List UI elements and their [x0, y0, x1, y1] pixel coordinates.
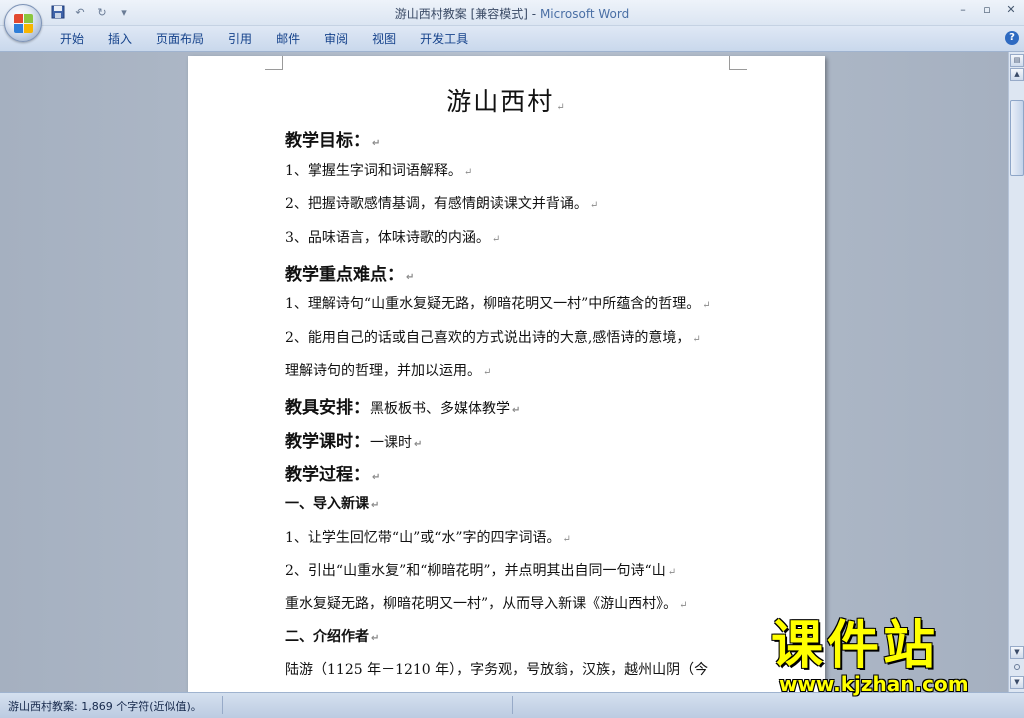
paragraph-mark: ↵ — [371, 500, 380, 511]
watermark-url: www.kjzhan.com — [779, 672, 969, 696]
select-browse-object-icon[interactable] — [1014, 664, 1020, 670]
paragraph-mark: ↵ — [702, 300, 711, 311]
scroll-thumb[interactable] — [1010, 100, 1024, 176]
heading-detail: 黑板板书、多媒体教学 — [370, 401, 510, 417]
tab-0[interactable]: 开始 — [48, 30, 96, 48]
title-bar: ↶ ↻ ▾ 游山西村教案 [兼容模式] - Microsoft Word – ▫… — [0, 0, 1024, 26]
paragraph-text: 重水复疑无路，柳暗花明又一村”，从而导入新课《游山西村》。 — [285, 596, 678, 612]
section-heading: 二、介绍作者 ↵ — [285, 626, 379, 646]
section-heading: 教学过程： ↵ — [285, 460, 380, 485]
paragraph-mark: ↵ — [371, 633, 380, 644]
paragraph-text: 1、理解诗句“山重水复疑无路，柳暗花明又一村”中所蕴含的哲理。 — [285, 296, 701, 312]
paragraph-text: 教具安排： — [285, 398, 370, 418]
body-paragraph: 1、理解诗句“山重水复疑无路，柳暗花明又一村”中所蕴含的哲理。 ↵ — [285, 293, 711, 313]
section-heading: 教学课时：一课时 ↵ — [285, 427, 422, 452]
paragraph-text: 2、能用自己的话或自己喜欢的方式说出诗的大意,感悟诗的意境， — [285, 330, 691, 346]
body-paragraph: 2、引出“山重水复”和“柳暗花明”，并点明其出自同一句诗“山 ↵ — [285, 560, 676, 580]
paragraph-mark: ↵ — [679, 600, 688, 611]
paragraph-mark: ↵ — [414, 439, 423, 450]
paragraph-text: 教学课时： — [285, 432, 370, 452]
paragraph-mark: ↵ — [491, 234, 501, 245]
paragraph-mark: ↵ — [406, 272, 415, 283]
tab-1[interactable]: 插入 — [96, 30, 144, 48]
tab-2[interactable]: 页面布局 — [144, 30, 216, 48]
help-icon[interactable]: ? — [1005, 31, 1019, 45]
paragraph-mark: ↵ — [667, 567, 677, 578]
window-controls: – ▫ ✕ — [954, 2, 1020, 18]
minimize-button[interactable]: – — [954, 2, 972, 18]
document-area: 游山西村 ↵ 教学目标： ↵ 1、掌握生字词和词语解释。 ↵ 2、把握诗歌感情基调，有感情… — [0, 52, 1008, 692]
paragraph-text: 2、引出“山重水复”和“柳暗花明”，并点明其出自同一句诗“山 — [285, 563, 666, 579]
section-heading: 教学目标： ↵ — [285, 126, 380, 151]
body-paragraph: 陆游（1125 年－1210 年），字务观，号放翁，汉族，越州山阴（今 — [285, 659, 708, 679]
paragraph-text: 1、掌握生字词和词语解释。 — [285, 163, 462, 179]
word-count-status[interactable]: 游山西村教案: 1,869 个字符(近似值)。 — [8, 698, 202, 714]
paragraph-text: 教学目标： — [285, 131, 370, 151]
body-paragraph: 重水复疑无路，柳暗花明又一村”，从而导入新课《游山西村》。 ↵ — [285, 593, 688, 613]
app-name: Microsoft Word — [539, 7, 630, 21]
watermark-title: 课件站 — [771, 616, 940, 676]
paragraph-text: 2、把握诗歌感情基调，有感情朗读课文并背诵。 — [285, 196, 588, 212]
window-title: 游山西村教案 [兼容模式] - Microsoft Word — [0, 5, 1024, 22]
body-paragraph: 理解诗句的哲理，并加以运用。 ↵ — [285, 360, 491, 380]
title-separator: - — [527, 7, 540, 21]
next-page-icon[interactable]: ▼ — [1010, 676, 1024, 689]
title-text: 游山西村 — [446, 87, 555, 116]
document-title: 游山西村 ↵ — [188, 82, 825, 118]
paragraph-mark: ↵ — [483, 367, 492, 378]
document-name: 游山西村教案 [兼容模式] — [394, 7, 528, 21]
paragraph-mark: ↵ — [372, 138, 381, 149]
ruler-toggle-icon[interactable]: ▤ — [1010, 54, 1024, 67]
ribbon: 开始 插入 页面布局 引用 邮件 审阅 视图 开发工具 ? — [0, 26, 1024, 52]
paragraph-text: 二、介绍作者 — [285, 629, 369, 645]
paragraph-mark: ↵ — [512, 405, 521, 416]
heading-detail: 一课时 — [370, 435, 412, 451]
paragraph-mark: ↵ — [589, 200, 599, 211]
paragraph-mark: ↵ — [692, 334, 701, 345]
tab-7[interactable]: 开发工具 — [408, 30, 480, 48]
office-logo-icon — [14, 14, 33, 33]
body-paragraph: 1、掌握生字词和词语解释。 ↵ — [285, 160, 472, 180]
tab-5[interactable]: 审阅 — [312, 30, 360, 48]
body-paragraph: 1、让学生回忆带“山”或“水”字的四字词语。 ↵ — [285, 527, 571, 547]
section-heading: 一、导入新课 ↵ — [285, 493, 379, 513]
watermark-logo: 课件站 www.kjzhan.com — [771, 616, 1009, 696]
tab-6[interactable]: 视图 — [360, 30, 408, 48]
status-divider — [222, 696, 223, 714]
close-button[interactable]: ✕ — [1002, 2, 1020, 18]
scroll-down-arrow-icon[interactable]: ▼ — [1010, 646, 1024, 659]
section-heading: 教学重点难点： ↵ — [285, 260, 414, 285]
paragraph-mark: ↵ — [556, 102, 567, 113]
paragraph-text: 教学过程： — [285, 465, 370, 485]
body-paragraph: 2、能用自己的话或自己喜欢的方式说出诗的大意,感悟诗的意境， ↵ — [285, 327, 701, 347]
tab-3[interactable]: 引用 — [216, 30, 264, 48]
scroll-up-arrow-icon[interactable]: ▲ — [1010, 68, 1024, 81]
paragraph-text: 陆游（1125 年－1210 年），字务观，号放翁，汉族，越州山阴（今 — [285, 662, 709, 678]
paragraph-text: 一、导入新课 — [285, 496, 369, 512]
body-paragraph: 2、把握诗歌感情基调，有感情朗读课文并背诵。 ↵ — [285, 193, 598, 213]
crop-mark-top-right — [729, 56, 747, 70]
section-heading: 教具安排：黑板板书、多媒体教学 ↵ — [285, 393, 520, 418]
vertical-scrollbar[interactable]: ▤ ▲ ▼ ▼ — [1008, 52, 1024, 692]
paragraph-mark: ↵ — [562, 534, 571, 545]
paragraph-text: 1、让学生回忆带“山”或“水”字的四字词语。 — [285, 530, 561, 546]
ribbon-tabs: 开始 插入 页面布局 引用 邮件 审阅 视图 开发工具 — [48, 30, 480, 48]
office-button[interactable] — [4, 4, 42, 42]
paragraph-text: 理解诗句的哲理，并加以运用。 — [285, 363, 481, 379]
paragraph-text: 教学重点难点： — [285, 265, 404, 285]
paragraph-mark: ↵ — [372, 472, 381, 483]
body-paragraph: 3、品味语言，体味诗歌的内涵。 ↵ — [285, 227, 500, 247]
crop-mark-top-left — [265, 56, 283, 70]
status-divider — [512, 696, 513, 714]
paragraph-mark: ↵ — [463, 167, 473, 178]
restore-button[interactable]: ▫ — [978, 2, 996, 18]
tab-4[interactable]: 邮件 — [264, 30, 312, 48]
paragraph-text: 3、品味语言，体味诗歌的内涵。 — [285, 230, 490, 246]
document-page[interactable]: 游山西村 ↵ 教学目标： ↵ 1、掌握生字词和词语解释。 ↵ 2、把握诗歌感情基调，有感情… — [188, 56, 825, 692]
